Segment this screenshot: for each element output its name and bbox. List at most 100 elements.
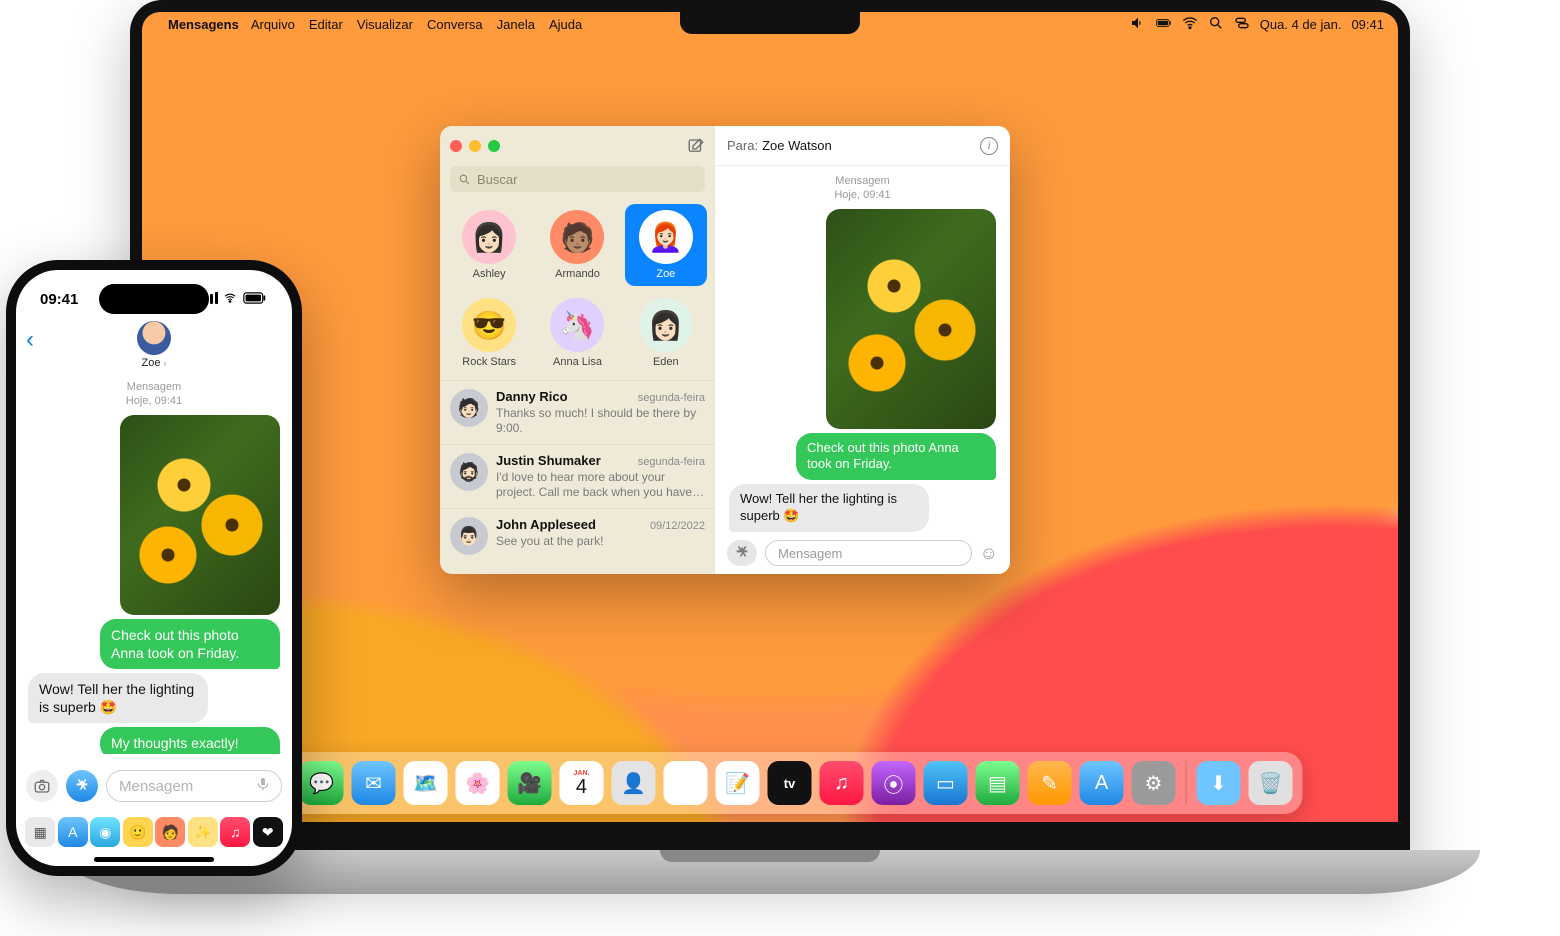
app-drawer-memoji-1[interactable]: 🙂 — [123, 817, 153, 847]
sound-icon[interactable] — [1130, 15, 1146, 34]
sent-bubble[interactable]: Check out this photo Anna took on Friday… — [100, 619, 280, 669]
conversation-date: segunda-feira — [638, 392, 705, 404]
avatar: 👩🏻 — [462, 210, 516, 264]
pin-label: Anna Lisa — [553, 356, 602, 368]
search-input[interactable]: Buscar — [450, 166, 705, 192]
conversation-preview: See you at the park! — [496, 534, 705, 549]
iphone-compose-row: Mensagem — [16, 764, 292, 808]
back-button[interactable]: ‹ — [26, 326, 34, 354]
dock-separator — [1186, 761, 1187, 805]
pinned-conversation-ashley[interactable]: 👩🏻Ashley — [448, 204, 530, 286]
message-thread: Mensagem Hoje, 09:41 Check out this phot… — [715, 166, 1010, 532]
macbook-frame: Mensagens Arquivo Editar Visualizar Conv… — [130, 0, 1410, 870]
iphone-input-placeholder: Mensagem — [119, 778, 193, 795]
dock-app-appstore[interactable]: A — [1080, 761, 1124, 805]
conversation-row[interactable]: 🧑🏻 Danny Ricosegunda-feira Thanks so muc… — [440, 380, 715, 444]
message-input[interactable]: Mensagem — [765, 540, 972, 566]
dictation-icon[interactable] — [255, 776, 271, 796]
dock-app-maps[interactable]: 🗺️ — [404, 761, 448, 805]
dock-app-contacts[interactable]: 👤 — [612, 761, 656, 805]
iphone-message-input[interactable]: Mensagem — [106, 770, 282, 802]
pinned-conversation-eden[interactable]: 👩🏻Eden — [625, 292, 707, 374]
dock-app-numbers[interactable]: ▤ — [976, 761, 1020, 805]
info-icon[interactable]: i — [980, 137, 998, 155]
avatar: 🧔🏻 — [450, 453, 488, 491]
menu-conversa[interactable]: Conversa — [427, 17, 483, 32]
dock-app-messages[interactable]: 💬 — [300, 761, 344, 805]
app-drawer-photos[interactable]: ▦ — [25, 817, 55, 847]
pinned-conversation-anna-lisa[interactable]: 🦄 Anna Lisa — [536, 292, 618, 374]
sent-bubble[interactable]: My thoughts exactly! — [100, 727, 280, 754]
sent-bubble[interactable]: Check out this photo Anna took on Friday… — [796, 433, 996, 481]
menu-ajuda[interactable]: Ajuda — [549, 17, 582, 32]
avatar: 🧑🏻 — [450, 389, 488, 427]
battery-icon[interactable] — [1156, 15, 1172, 34]
dock-app-keynote[interactable]: ▭ — [924, 761, 968, 805]
menubar-app-name[interactable]: Mensagens — [168, 17, 239, 32]
received-bubble[interactable]: Wow! Tell her the lighting is superb 🤩 — [729, 484, 929, 532]
minimize-button[interactable] — [469, 140, 481, 152]
dock-app-reminders[interactable]: ☰ — [664, 761, 708, 805]
zoom-button[interactable] — [488, 140, 500, 152]
conversation-preview: Thanks so much! I should be there by 9:0… — [496, 406, 705, 436]
dock-app-calendar[interactable]: JAN.4 — [560, 761, 604, 805]
conversation-name: John Appleseed — [496, 517, 596, 532]
macbook-screen: Mensagens Arquivo Editar Visualizar Conv… — [142, 12, 1398, 822]
dock-app-photos[interactable]: 🌸 — [456, 761, 500, 805]
conversation-row[interactable]: 👨🏻 John Appleseed09/12/2022 See you at t… — [440, 508, 715, 563]
dock-app-notes[interactable]: 📝 — [716, 761, 760, 805]
app-drawer-memoji-2[interactable]: 🧑 — [155, 817, 185, 847]
menu-visualizar[interactable]: Visualizar — [357, 17, 413, 32]
app-drawer-music[interactable]: ♫ — [220, 817, 250, 847]
camera-button[interactable] — [26, 770, 58, 802]
emoji-picker-icon[interactable]: ☺︎ — [980, 543, 998, 564]
compose-icon[interactable] — [687, 137, 705, 155]
dock-app-settings[interactable]: ⚙︎ — [1132, 761, 1176, 805]
close-button[interactable] — [450, 140, 462, 152]
app-drawer-audio[interactable]: ◉ — [90, 817, 120, 847]
sent-photo[interactable] — [826, 209, 996, 429]
wifi-icon[interactable] — [1182, 15, 1198, 34]
app-drawer-activity[interactable]: ✨ — [188, 817, 218, 847]
conversation-list: 🧑🏻 Danny Ricosegunda-feira Thanks so muc… — [440, 380, 715, 574]
contact-name[interactable]: Zoe › — [141, 357, 166, 369]
appstore-icon — [74, 778, 90, 794]
menubar-time[interactable]: 09:41 — [1351, 17, 1384, 32]
pinned-conversation-armando[interactable]: 🧑🏽Armando — [536, 204, 618, 286]
menubar-date[interactable]: Qua. 4 de jan. — [1260, 17, 1342, 32]
home-indicator[interactable] — [94, 857, 214, 862]
apps-button[interactable] — [727, 540, 757, 566]
search-placeholder: Buscar — [477, 172, 517, 187]
conversation-date: 09/12/2022 — [650, 520, 705, 532]
app-drawer-digital-touch[interactable]: ❤ — [253, 817, 283, 847]
received-bubble[interactable]: Wow! Tell her the lighting is superb 🤩 — [28, 673, 208, 723]
contact-avatar[interactable] — [137, 321, 171, 355]
dock-app-music[interactable]: ♫ — [820, 761, 864, 805]
app-drawer-store[interactable]: A — [58, 817, 88, 847]
dock-trash[interactable]: 🗑️ — [1249, 761, 1293, 805]
iphone-sent-photo[interactable] — [120, 415, 280, 615]
conversation-row[interactable]: 🧔🏻 Justin Shumakersegunda-feira I'd love… — [440, 444, 715, 508]
menu-editar[interactable]: Editar — [309, 17, 343, 32]
dock-app-tv[interactable]: tv — [768, 761, 812, 805]
dock-app-podcasts[interactable]: ⦿ — [872, 761, 916, 805]
conversation-preview: I'd love to hear more about your project… — [496, 470, 705, 500]
apps-button[interactable] — [66, 770, 98, 802]
control-center-icon[interactable] — [1234, 15, 1250, 34]
dock-downloads[interactable]: ⬇︎ — [1197, 761, 1241, 805]
avatar: 😎 — [462, 298, 516, 352]
dynamic-island — [99, 284, 209, 314]
avatar: 🦄 — [550, 298, 604, 352]
pinned-conversation-zoe[interactable]: 👩🏻‍🦰Zoe — [625, 204, 707, 286]
menu-janela[interactable]: Janela — [497, 17, 535, 32]
iphone-frame: 09:41 ‹ Zoe › Mensagem Hoje, 09:41 Check… — [6, 260, 302, 876]
spotlight-icon[interactable] — [1208, 15, 1224, 34]
to-label: Para: — [727, 138, 758, 153]
menu-arquivo[interactable]: Arquivo — [251, 17, 295, 32]
recipient-name[interactable]: Zoe Watson — [762, 138, 832, 153]
dock-app-pages[interactable]: ✎ — [1028, 761, 1072, 805]
window-traffic-lights — [450, 140, 500, 152]
dock-app-facetime[interactable]: 🎥 — [508, 761, 552, 805]
pinned-conversation-rock-stars[interactable]: 😎Rock Stars — [448, 292, 530, 374]
dock-app-mail[interactable]: ✉︎ — [352, 761, 396, 805]
